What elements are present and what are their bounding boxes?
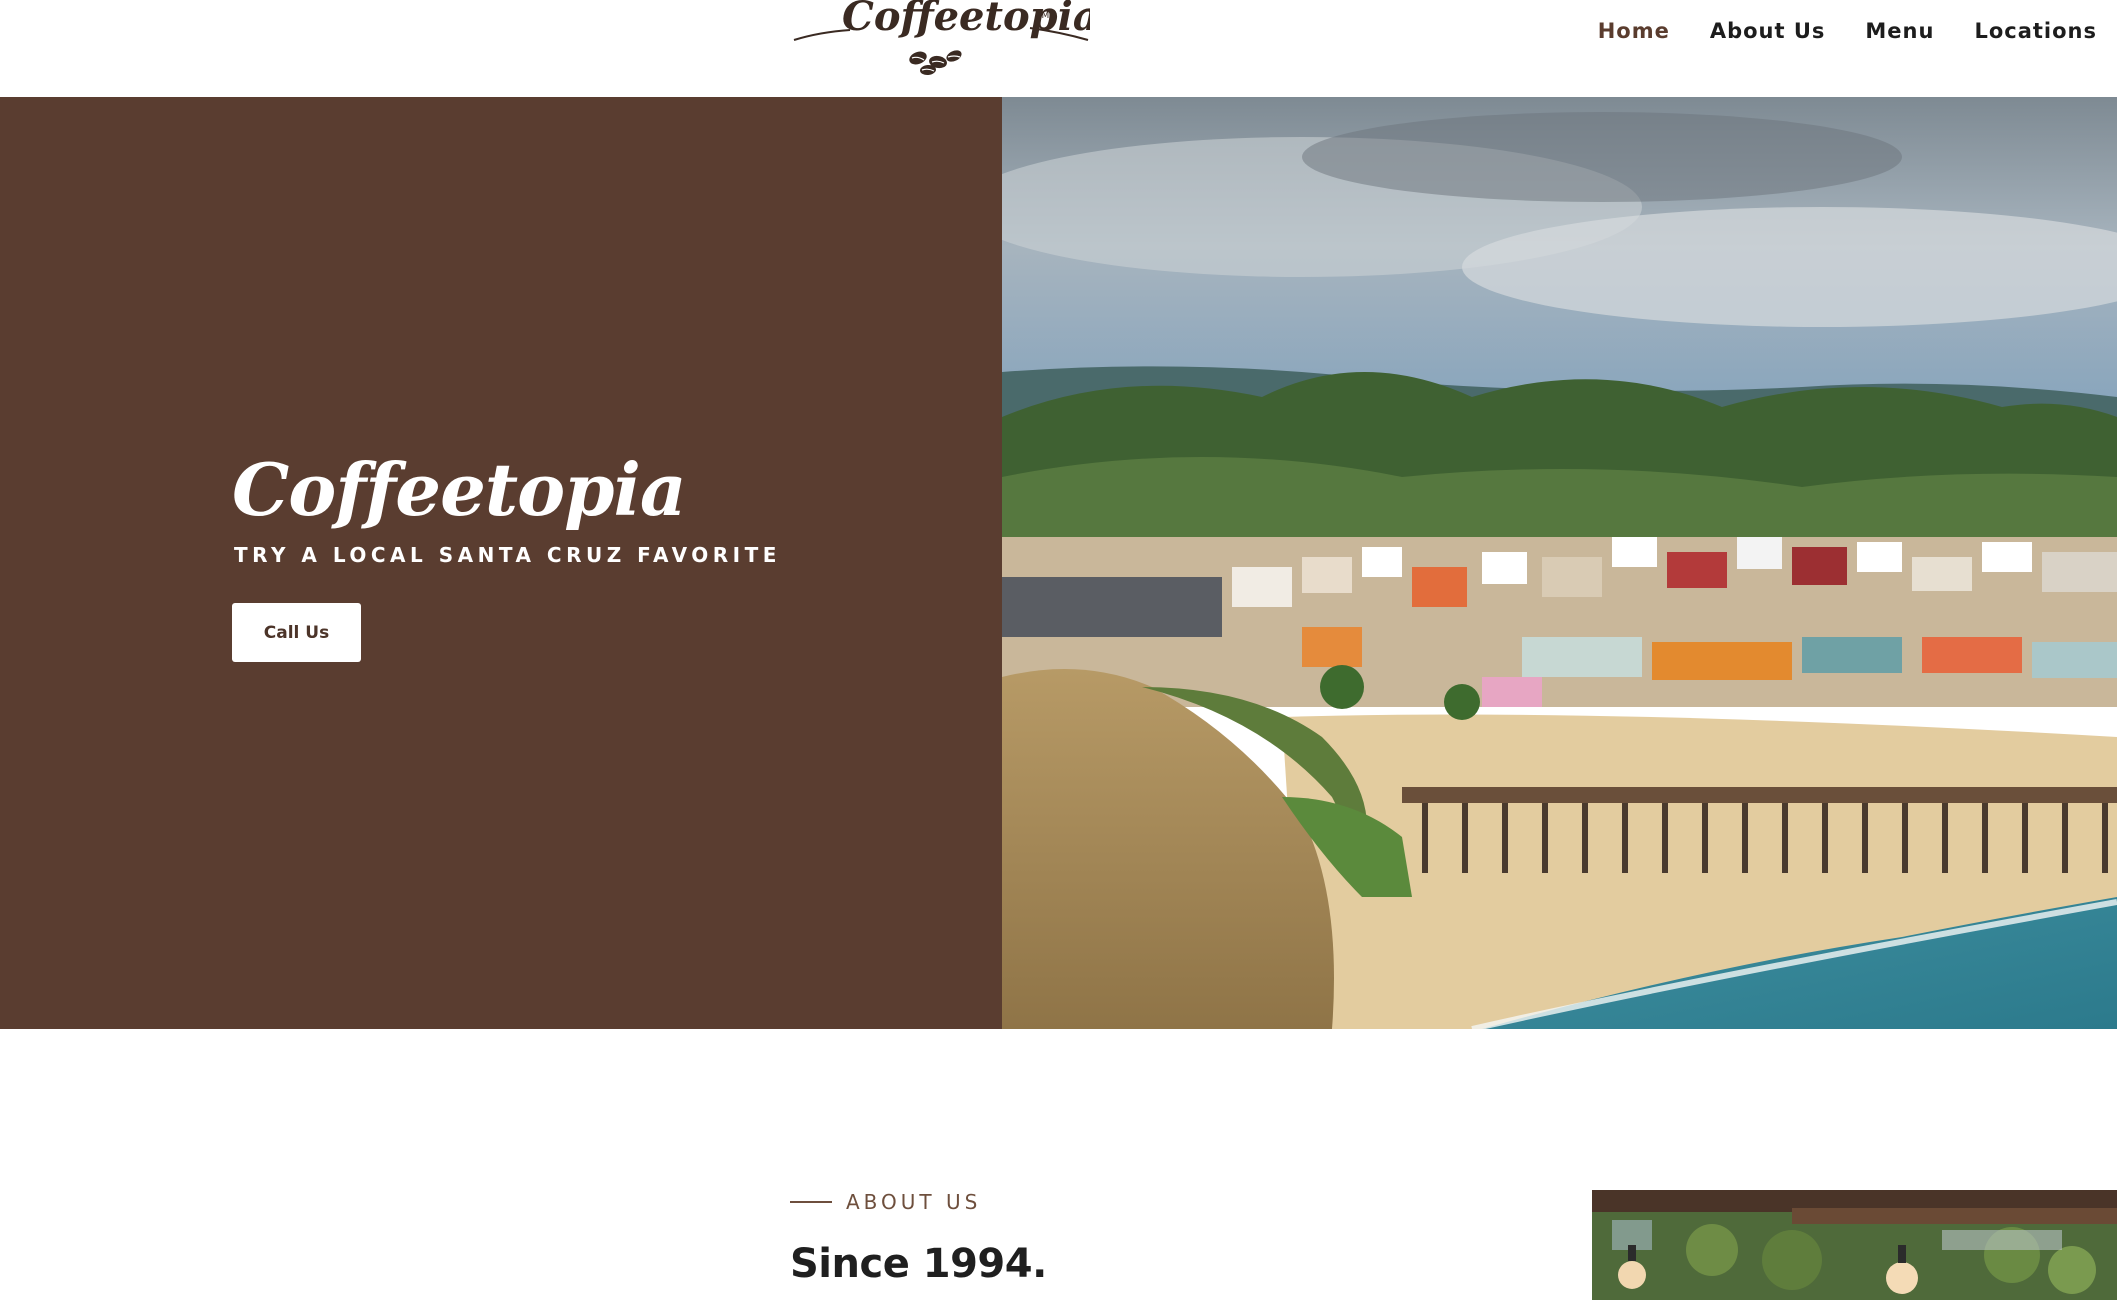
svg-text:TM: TM	[1035, 11, 1049, 21]
site-header: Coffeetopia TM Home About Us Menu Locati…	[0, 0, 2117, 97]
call-us-button[interactable]: Call Us	[232, 603, 361, 662]
about-eyebrow-label: ABOUT US	[846, 1190, 982, 1214]
coastline-photo-graphic	[1002, 97, 2117, 1029]
hero-title: Coffeetopia	[232, 447, 687, 532]
about-section: ABOUT US Since 1994.	[0, 1029, 2117, 1300]
hero-text-panel: Coffeetopia TRY A LOCAL SANTA CRUZ FAVOR…	[0, 97, 1002, 1029]
logo-graphic: Coffeetopia TM	[793, 0, 1099, 76]
hero-section: Coffeetopia TRY A LOCAL SANTA CRUZ FAVOR…	[0, 97, 2117, 1029]
santa-cruz-coast-image	[1002, 97, 2117, 1029]
svg-text:Coffeetopia: Coffeetopia	[842, 0, 1090, 40]
hero-subtitle: TRY A LOCAL SANTA CRUZ FAVORITE	[234, 543, 781, 567]
nav-menu[interactable]: Menu	[1845, 14, 1954, 48]
cafe-patio-image	[1592, 1190, 2117, 1300]
main-nav: Home About Us Menu Locations	[1578, 14, 2117, 48]
coffeetopia-logo[interactable]: Coffeetopia TM	[790, 0, 1099, 80]
about-eyebrow: ABOUT US	[790, 1190, 981, 1214]
nav-about-us[interactable]: About Us	[1690, 14, 1846, 48]
about-heading: Since 1994.	[790, 1241, 1047, 1287]
nav-home[interactable]: Home	[1578, 14, 1690, 48]
nav-locations[interactable]: Locations	[1954, 14, 2117, 48]
cafe-patio-graphic	[1592, 1190, 2117, 1300]
eyebrow-divider	[790, 1201, 832, 1203]
